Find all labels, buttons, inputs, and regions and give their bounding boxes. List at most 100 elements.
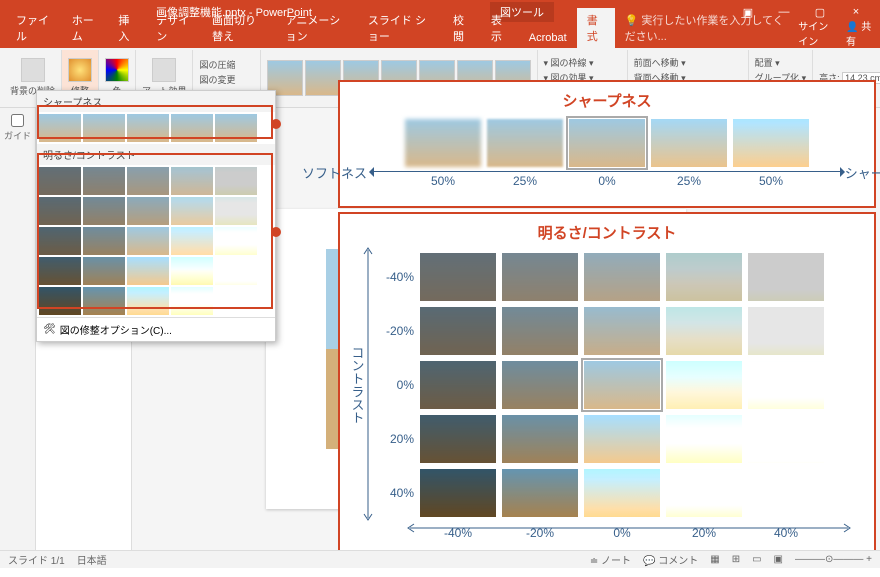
tab-review[interactable]: 校閲 [443, 8, 481, 48]
bc-sample [502, 253, 578, 301]
callout-dot-icon [271, 227, 281, 237]
sharpness-value-label: 25% [487, 174, 563, 188]
bc-preset[interactable] [39, 257, 81, 285]
bc-preset[interactable] [127, 227, 169, 255]
bc-preset[interactable] [83, 287, 125, 315]
sharpness-preset[interactable] [127, 114, 169, 142]
tab-home[interactable]: ホーム [62, 8, 109, 48]
tab-slideshow[interactable]: スライド ショー [358, 8, 443, 48]
slide-indicator[interactable]: スライド 1/1 [8, 552, 65, 567]
dd-brightness-header: 明るさ/コントラスト [37, 144, 275, 165]
bring-forward-button[interactable]: 前面へ移動 ▾ [634, 56, 686, 69]
bc-sample [420, 307, 496, 355]
sharpness-preset[interactable] [39, 114, 81, 142]
view-sorter-icon[interactable]: ⊞ [732, 554, 740, 565]
bc-sample [666, 415, 742, 463]
bc-preset[interactable] [215, 167, 257, 195]
lightbulb-icon: 💡 [625, 15, 639, 27]
bc-preset[interactable] [171, 167, 213, 195]
bc-preset[interactable] [215, 287, 257, 315]
sign-in-link[interactable]: サインイン [798, 18, 838, 48]
picture-corrections-options[interactable]: 🛠 図の修整オプション(C)... [37, 317, 275, 341]
bc-preset[interactable] [83, 167, 125, 195]
language-indicator[interactable]: 日本語 [77, 552, 107, 567]
tab-acrobat[interactable]: Acrobat [519, 28, 577, 48]
bc-sample [420, 253, 496, 301]
picture-border-button[interactable]: ▾ 図の枠線 ▾ [544, 56, 594, 69]
notes-button[interactable]: ≐ ノート [590, 552, 631, 567]
bc-sample [502, 469, 578, 517]
bc-preset[interactable] [171, 197, 213, 225]
bc-preset[interactable] [215, 197, 257, 225]
zoom-slider[interactable]: ———⊙——— + [795, 554, 872, 565]
bc-sample [420, 415, 496, 463]
share-button[interactable]: 👤 共有 [846, 18, 874, 48]
tab-view[interactable]: 表示 [481, 8, 519, 48]
sharpness-sample [651, 119, 727, 167]
bc-preset[interactable] [127, 167, 169, 195]
view-normal-icon[interactable]: ▦ [710, 554, 719, 565]
bc-sample [666, 361, 742, 409]
bc-preset[interactable] [171, 287, 213, 315]
bc-preset[interactable] [127, 197, 169, 225]
sharpness-preset[interactable] [83, 114, 125, 142]
bc-preset[interactable] [171, 227, 213, 255]
sharpness-value-label: 25% [651, 174, 727, 188]
tab-animations[interactable]: アニメーション [276, 8, 358, 48]
ribbon-tabs: ファイル ホーム 挿入 デザイン 画面切り替え アニメーション スライド ショー… [0, 24, 880, 48]
comments-button[interactable]: 💬 コメント [643, 552, 698, 567]
sharpness-value-label: 50% [733, 174, 809, 188]
bc-sample [748, 415, 824, 463]
tab-file[interactable]: ファイル [6, 8, 62, 48]
change-picture-button[interactable]: 図の変更 [199, 73, 235, 86]
brightness-contrast-panel: 明るさ/コントラスト コントラスト -40% -20% 0% 20% 40% [338, 212, 876, 566]
picture-style-thumb[interactable] [305, 60, 341, 96]
status-bar: スライド 1/1 日本語 ≐ ノート 💬 コメント ▦ ⊞ ▭ ▣ ———⊙——… [0, 550, 880, 568]
contrast-axis-arrow [362, 244, 374, 524]
bc-sample [584, 361, 660, 409]
bc-preset[interactable] [39, 287, 81, 315]
sharpness-preset[interactable] [171, 114, 213, 142]
guide-label: ガイド [0, 129, 35, 142]
sharpness-preset[interactable] [215, 114, 257, 142]
guide-checkbox[interactable] [11, 114, 24, 127]
sharpness-axis-line [370, 171, 844, 172]
bc-preset[interactable] [39, 197, 81, 225]
bc-sample [584, 469, 660, 517]
sharpness-value-label: 50% [405, 174, 481, 188]
bc-preset[interactable] [83, 257, 125, 285]
bc-sample [584, 307, 660, 355]
compress-pictures-button[interactable]: 図の圧縮 [199, 58, 235, 71]
tab-insert[interactable]: 挿入 [108, 8, 146, 48]
bc-preset[interactable] [127, 257, 169, 285]
bc-preset[interactable] [215, 257, 257, 285]
bc-sample [502, 307, 578, 355]
align-button[interactable]: 配置 ▾ [755, 56, 780, 69]
bc-preset[interactable] [127, 287, 169, 315]
tab-design[interactable]: デザイン [146, 8, 202, 48]
options-icon: 🛠 [43, 324, 56, 335]
bc-sample [748, 253, 824, 301]
bc-sample [748, 361, 824, 409]
remove-bg-icon [21, 58, 45, 82]
artistic-icon [152, 58, 176, 82]
bc-sample [584, 415, 660, 463]
bc-preset[interactable] [171, 257, 213, 285]
callout-dot-icon [271, 119, 281, 129]
tab-format[interactable]: 書式 [577, 8, 615, 48]
sharpness-value-label: 0% [569, 174, 645, 188]
corrections-icon [68, 58, 92, 82]
view-reading-icon[interactable]: ▭ [752, 554, 761, 565]
view-slideshow-icon[interactable]: ▣ [774, 554, 783, 565]
bc-preset[interactable] [215, 227, 257, 255]
bc-preset[interactable] [83, 227, 125, 255]
bc-preset[interactable] [39, 167, 81, 195]
bc-preset[interactable] [39, 227, 81, 255]
bc-row-label: -40% [374, 270, 414, 284]
tell-me-box[interactable]: 💡 実行したい作業を入力してください... [615, 8, 799, 48]
bc-sample [666, 469, 742, 517]
bc-preset[interactable] [83, 197, 125, 225]
tab-transitions[interactable]: 画面切り替え [202, 8, 276, 48]
bc-row-label: 40% [374, 486, 414, 500]
brightness-axis-arrow [404, 522, 854, 534]
